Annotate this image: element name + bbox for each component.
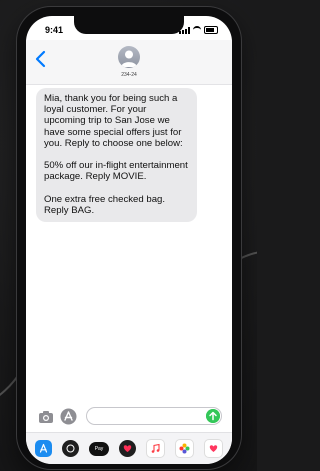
heart-sticker-icon — [209, 445, 218, 452]
wifi-icon — [193, 26, 201, 34]
apple-pay-label: Pay — [94, 445, 104, 452]
status-bar: 9:41 — [26, 16, 232, 38]
more-apps-icon[interactable] — [204, 439, 223, 458]
digital-touch-icon[interactable] — [119, 440, 136, 457]
conversation-header: 234-24 — [26, 40, 232, 85]
status-icons — [179, 26, 218, 34]
heart-icon — [123, 445, 132, 452]
memoji-icon[interactable] — [62, 440, 79, 457]
message-composer — [26, 404, 232, 432]
photos-flower-icon — [179, 443, 190, 454]
photos-icon[interactable] — [175, 439, 194, 458]
person-silhouette-icon — [121, 50, 137, 67]
status-time: 9:41 — [45, 25, 64, 35]
cellular-signal-icon — [179, 26, 190, 34]
message-thread: Mia, thank you for being such a loyal cu… — [26, 86, 232, 404]
app-store-icon[interactable] — [60, 408, 77, 425]
sender-number[interactable]: 234-24 — [26, 72, 232, 78]
imessage-app-strip: Pay — [26, 432, 232, 464]
apple-pay-icon[interactable]: Pay — [89, 441, 109, 456]
notch — [74, 16, 184, 34]
back-icon[interactable] — [34, 50, 48, 68]
backdrop: 9:41 234-24 Mia, thank you for being suc… — [0, 0, 257, 471]
battery-icon — [204, 26, 218, 34]
camera-icon[interactable] — [38, 410, 54, 424]
search-globe-icon — [66, 444, 75, 453]
music-note-icon — [151, 443, 160, 453]
phone-screen: 9:41 234-24 Mia, thank you for being suc… — [26, 16, 232, 464]
message-input[interactable] — [86, 407, 222, 425]
phone-frame: 9:41 234-24 Mia, thank you for being suc… — [17, 7, 241, 469]
contact-avatar[interactable] — [118, 46, 140, 68]
music-icon[interactable] — [146, 439, 165, 458]
send-icon[interactable] — [206, 409, 220, 423]
app-store-glyph-icon — [39, 443, 48, 453]
app-store-app-icon[interactable] — [35, 440, 52, 457]
incoming-message-bubble[interactable]: Mia, thank you for being such a loyal cu… — [36, 88, 197, 223]
